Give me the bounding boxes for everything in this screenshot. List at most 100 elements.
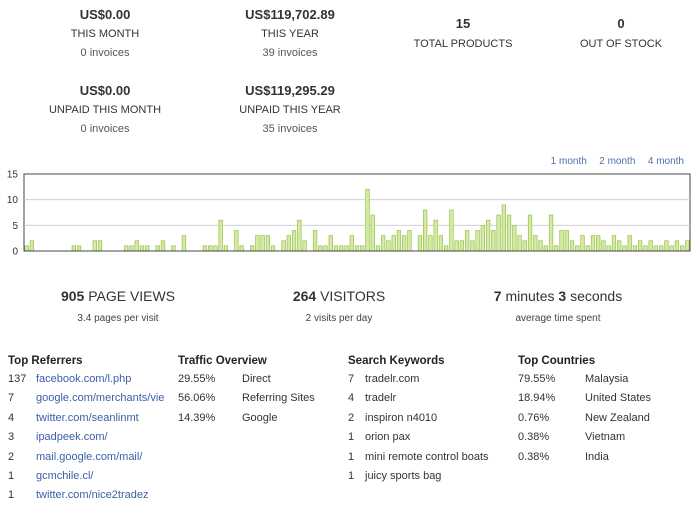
chart-y-tick-label: 15 [7, 170, 19, 181]
seconds-count: 3 [558, 288, 567, 304]
keyword-text: mini remote control boats [365, 450, 489, 463]
chart-bar [632, 245, 638, 252]
chart-y-tick-label: 5 [12, 221, 18, 232]
traffic-source: Google [242, 411, 278, 424]
chart-bar [145, 245, 150, 252]
chart-y-tick-label: 10 [7, 195, 19, 206]
visitors-sub: 2 visits per day [305, 313, 373, 324]
visitors-label: VISITORS [320, 288, 386, 304]
chart-bar [533, 235, 538, 252]
chart-bar [423, 209, 428, 252]
chart-bar [559, 230, 564, 252]
referrer-link[interactable]: ipadpeek.com/ [36, 431, 108, 443]
chart-bar [433, 219, 438, 252]
chart-bar [218, 219, 223, 252]
list-item: 1 orion pax [348, 431, 513, 450]
chart-bar [527, 214, 533, 252]
country-pct: 79.55% [518, 373, 556, 385]
chart-bar [417, 235, 423, 252]
chart-bar [543, 245, 548, 252]
referrer-link[interactable]: facebook.com/l.php [36, 373, 131, 385]
range-4-month[interactable]: 4 month [648, 156, 684, 167]
chart-bar [428, 235, 433, 252]
chart-bar [575, 245, 580, 252]
chart-bar [129, 245, 134, 252]
chart-bar [239, 245, 244, 252]
list-item: 0.38% Vietnam [518, 431, 693, 450]
top-countries: Top Countries 79.55% Malaysia 18.94% Unite… [518, 355, 693, 470]
chart-bar [659, 245, 664, 252]
chart-bar [318, 245, 323, 252]
traffic-title: Traffic Overview [178, 355, 267, 367]
range-2-month[interactable]: 2 month [599, 156, 635, 167]
stat-value: US$0.00 [79, 7, 131, 22]
stat-value: US$119,702.89 [245, 7, 335, 22]
top-referrers: Top Referrers 137 facebook.com/l.php 7 goo… [8, 355, 176, 509]
referrer-link[interactable]: mail.google.com/mail/ [36, 451, 142, 463]
list-item: 0.38% India [518, 451, 693, 470]
list-item: 79.55% Malaysia [518, 373, 693, 392]
summary-time-spent: 7 minutes 3 seconds average time spent [458, 288, 658, 324]
chart-bar [181, 235, 187, 252]
referrer-count: 1 [8, 489, 15, 502]
keyword-text: tradelr.com [365, 373, 420, 385]
chart-bar [585, 245, 590, 252]
referrer-link[interactable]: twitter.com/nice2tradez [36, 489, 149, 501]
stat-label: UNPAID THIS YEAR [239, 104, 341, 116]
stat-unpaid-month: US$0.00 UNPAID THIS MONTH 0 invoices [20, 83, 190, 135]
list-item: 3 ipadpeek.com/ [8, 431, 176, 450]
search-keywords: Search Keywords 7 tradelr.com 4 tradelr 2i… [348, 355, 513, 489]
chart-bar [375, 245, 381, 252]
minutes-count: 7 [493, 288, 502, 304]
chart-bar [548, 214, 554, 252]
chart-plot-area [23, 173, 691, 252]
country-pct: 0.38% [518, 431, 550, 444]
stat-this-month: US$0.00 THIS MONTH 0 invoices [20, 7, 190, 59]
chart-bar [323, 245, 328, 252]
chart-bar [265, 235, 270, 252]
chart-bar [286, 235, 291, 252]
chart-bar [208, 245, 213, 252]
chart-bar [270, 245, 276, 252]
country-pct: 18.94% [518, 392, 556, 405]
chart-bar [454, 240, 459, 252]
keyword-count: 4 [348, 392, 355, 405]
stat-value: US$0.00 [79, 83, 131, 98]
summary-page-views: 905 PAGE VIEWS 3.4 pages per visit [18, 288, 218, 324]
keyword-text: tradelr [365, 392, 397, 405]
chart-bar [485, 219, 491, 252]
keyword-count: 1 [348, 450, 355, 463]
chart-bar [517, 235, 522, 252]
keywords-title: Search Keywords [348, 355, 445, 367]
list-item: 18.94% United States [518, 392, 693, 411]
chart-bar [291, 230, 297, 252]
traffic-pct: 14.39% [178, 411, 216, 424]
chart-bar [538, 240, 543, 252]
stat-out-of-stock: 0 OUT OF STOCK [536, 16, 700, 50]
stat-label: THIS YEAR [261, 28, 319, 40]
chart-bar [386, 240, 391, 252]
country-name: United States [585, 392, 652, 405]
list-item: 7 google.com/merchants/vie [8, 392, 176, 411]
range-1-month[interactable]: 1 month [551, 156, 587, 167]
keyword-text: juicy sports bag [365, 469, 442, 482]
referrer-link[interactable]: gcmchile.cl/ [36, 470, 93, 482]
list-item: 1 mini remote control boats [348, 451, 513, 470]
country-name: New Zealand [585, 411, 650, 424]
chart-bar [354, 245, 360, 252]
chart-bar [312, 230, 318, 252]
chart-bar [580, 235, 585, 252]
page-views-chart: 15 10 5 0 [7, 170, 691, 258]
stat-label: TOTAL PRODUCTS [413, 38, 513, 50]
keyword-text: inspiron n4010 [365, 411, 438, 424]
list-item: 1 juicy sports bag [348, 470, 513, 489]
chart-bar [459, 240, 465, 252]
referrer-link[interactable]: twitter.com/seanlinmt [36, 412, 139, 424]
chart-bar [611, 235, 617, 252]
chart-bar [464, 230, 470, 252]
chart-bar [685, 240, 690, 252]
keyword-count: 1 [348, 469, 355, 482]
chart-bar [470, 240, 475, 252]
referrer-link[interactable]: google.com/merchants/vie [36, 392, 175, 404]
chart-bar [522, 240, 527, 252]
